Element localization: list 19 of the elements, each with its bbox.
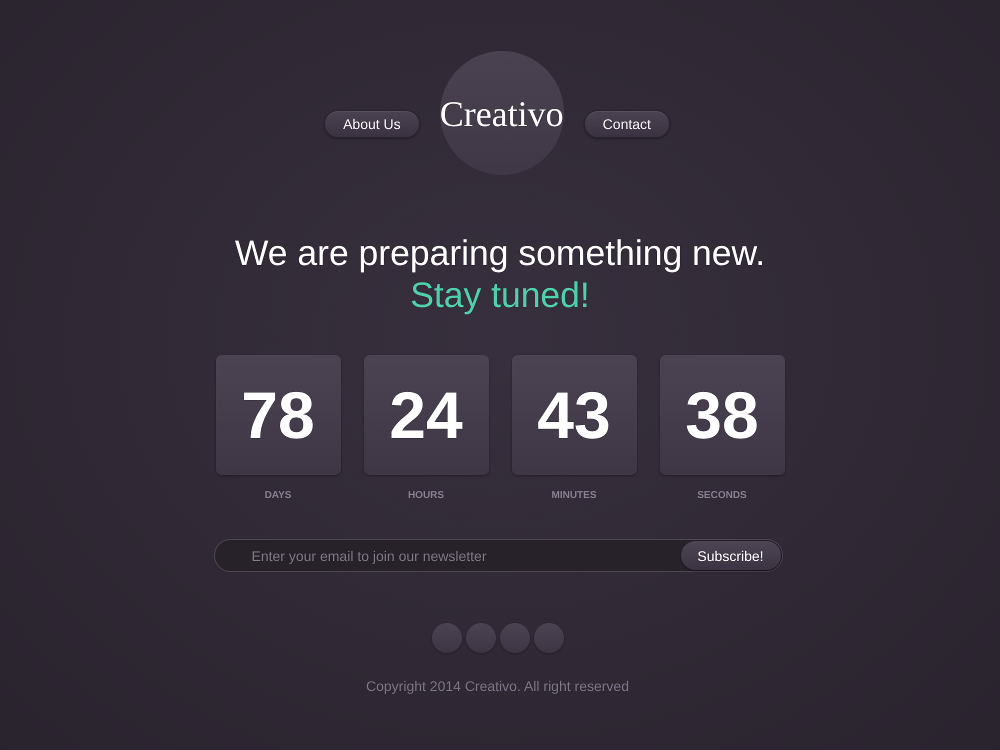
subscribe-button[interactable]: Subscribe! — [680, 541, 780, 570]
circle-button[interactable] — [432, 623, 462, 653]
nav-link[interactable]: Contact — [584, 110, 670, 138]
countdown-number: 24 — [364, 355, 488, 475]
circle-button[interactable] — [466, 623, 496, 653]
circle-button[interactable] — [534, 623, 564, 653]
nav-link[interactable]: About Us — [324, 110, 420, 138]
circle-button[interactable] — [500, 623, 530, 653]
logo: Creativo — [440, 51, 564, 175]
countdown-number: 43 — [512, 355, 636, 475]
tagline: Stay tuned! — [410, 274, 590, 316]
headline: We are preparing something new. — [234, 232, 766, 274]
countdown-label: DAYS — [264, 490, 292, 502]
countdown-number: 38 — [660, 355, 784, 475]
copyright-text: Copyright 2014 Creativo. All right reserved — [366, 677, 630, 695]
countdown-label: MINUTES — [552, 490, 596, 502]
countdown-number: 78 — [216, 355, 340, 475]
countdown-label: SECONDS — [697, 490, 747, 502]
countdown-label: HOURS — [408, 490, 444, 502]
